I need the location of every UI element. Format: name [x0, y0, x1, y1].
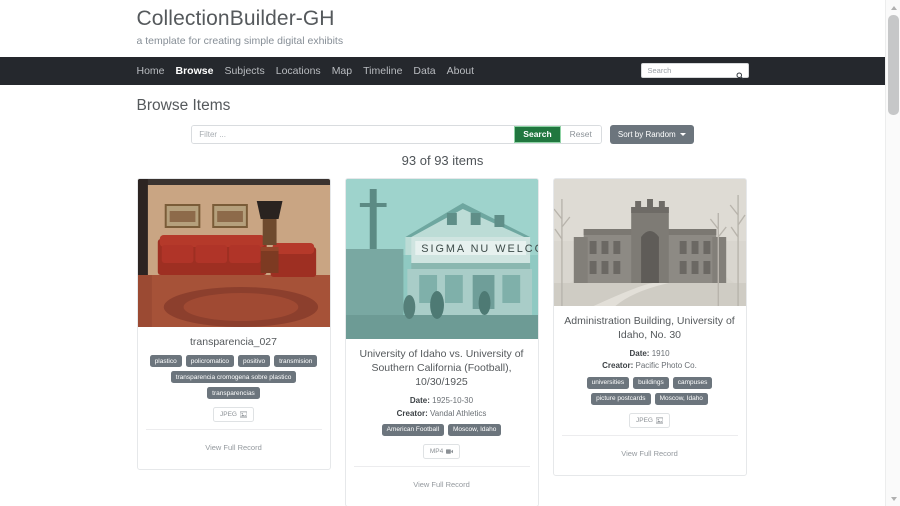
filter-input-group: Search Reset	[191, 124, 602, 144]
main-content: Browse Items Search Reset Sort by Random…	[136, 85, 749, 506]
page-scrollbar[interactable]	[885, 0, 900, 506]
format-badge[interactable]: MP4	[422, 443, 461, 459]
tag[interactable]: campuses	[672, 376, 713, 389]
view-full-record-link[interactable]: View Full Record	[413, 480, 470, 489]
sort-dropdown-button[interactable]: Sort by Random	[609, 124, 694, 144]
filter-toolbar: Search Reset Sort by Random	[137, 124, 749, 144]
item-thumbnail[interactable]: SIGMA NU WELCO	[345, 178, 538, 339]
format-label: JPEG	[636, 416, 653, 424]
nav-item-locations[interactable]: Locations	[276, 64, 321, 78]
format-badge[interactable]: JPEG	[629, 412, 670, 428]
nav-links: Home Browse Subjects Locations Map Timel…	[137, 64, 475, 78]
format-label: JPEG	[220, 411, 237, 419]
video-icon	[446, 449, 454, 454]
items-grid: transparencia_027 plastico policromatico…	[136, 177, 749, 506]
item-format: JPEG	[562, 412, 738, 428]
scrollbar-down-button[interactable]	[886, 491, 900, 506]
tag[interactable]: positivo	[238, 355, 271, 368]
main-navbar: Home Browse Subjects Locations Map Timel…	[0, 56, 885, 85]
item-format: JPEG	[146, 407, 322, 423]
nav-item-about[interactable]: About	[447, 64, 474, 78]
item-date-value: 1925-10-30	[432, 396, 474, 406]
tag[interactable]: American Football	[381, 423, 445, 436]
chevron-up-icon	[890, 5, 897, 10]
item-body: transparencia_027 plastico policromatico…	[138, 327, 330, 470]
view-full-record-link[interactable]: View Full Record	[621, 449, 678, 458]
tag[interactable]: picture postcards	[591, 392, 651, 405]
nav-item-data[interactable]: Data	[413, 64, 435, 78]
item-card[interactable]: Administration Building, University of I…	[552, 177, 747, 476]
item-date-label: Date:	[629, 349, 650, 359]
tag[interactable]: transparencia cromogena sobre plastico	[170, 371, 297, 384]
nav-item-map[interactable]: Map	[332, 64, 352, 78]
item-body: University of Idaho vs. University of So…	[346, 339, 538, 506]
item-creator-label: Creator:	[602, 361, 634, 371]
site-title: CollectionBuilder-GH	[136, 7, 335, 30]
item-title: University of Idaho vs. University of So…	[359, 347, 524, 389]
search-button[interactable]: Search	[514, 125, 561, 143]
tag[interactable]: universities	[586, 376, 630, 389]
sort-dropdown-label: Sort by Random	[617, 129, 676, 139]
item-tags: plastico policromatico positivo transmis…	[146, 355, 322, 400]
nav-item-timeline[interactable]: Timeline	[363, 64, 402, 78]
view-full-record-link[interactable]: View Full Record	[205, 443, 262, 452]
item-tags: universities buildings campuses picture …	[562, 376, 738, 405]
navbar-search	[640, 63, 749, 80]
item-date: Date: 1910	[562, 348, 738, 359]
item-card[interactable]: transparencia_027 plastico policromatico…	[136, 177, 331, 471]
item-card[interactable]: SIGMA NU WELCO University of Idaho vs. U…	[344, 177, 539, 506]
item-format: MP4	[354, 443, 530, 459]
item-thumbnail[interactable]	[553, 178, 746, 306]
item-footer: View Full Record	[353, 465, 530, 500]
filter-input[interactable]	[192, 125, 515, 143]
image-icon	[239, 412, 247, 418]
site-tagline: a template for creating simple digital e…	[136, 35, 344, 48]
item-creator-value: Vandal Athletics	[430, 408, 487, 418]
item-creator-value: Pacific Photo Co.	[635, 361, 697, 371]
item-title: transparencia_027	[190, 335, 277, 348]
scrollbar-thumb[interactable]	[888, 15, 899, 115]
tag[interactable]: Moscow, Idaho	[448, 423, 502, 436]
tag[interactable]: transparencias	[207, 387, 260, 400]
page-title: Browse Items	[136, 96, 231, 114]
reset-button[interactable]: Reset	[560, 125, 601, 143]
page-viewport: CollectionBuilder-GH a template for crea…	[0, 0, 885, 506]
tag[interactable]: plastico	[149, 355, 182, 368]
item-count: 93 of 93 items	[401, 152, 484, 168]
item-footer: View Full Record	[561, 434, 738, 469]
tag[interactable]: buildings	[633, 376, 669, 389]
site-header: CollectionBuilder-GH a template for crea…	[0, 0, 885, 57]
item-thumbnail[interactable]	[137, 178, 330, 327]
nav-item-subjects[interactable]: Subjects	[224, 64, 264, 78]
item-tags: American Football Moscow, Idaho	[354, 423, 530, 436]
item-title: Administration Building, University of I…	[564, 314, 735, 342]
item-creator: Creator: Vandal Athletics	[354, 408, 530, 419]
item-creator-label: Creator:	[396, 408, 428, 418]
tag[interactable]: Moscow, Idaho	[654, 392, 708, 405]
item-body: Administration Building, University of I…	[554, 306, 746, 475]
scrollbar-up-button[interactable]	[886, 0, 900, 15]
tag[interactable]: policromatico	[185, 355, 235, 368]
format-label: MP4	[429, 447, 444, 455]
chevron-down-icon	[890, 496, 897, 501]
item-creator: Creator: Pacific Photo Co.	[562, 360, 738, 371]
nav-item-home[interactable]: Home	[137, 64, 165, 78]
chevron-down-icon	[679, 132, 686, 136]
item-date-label: Date:	[409, 396, 430, 406]
search-icon[interactable]	[736, 67, 744, 80]
tag[interactable]: transmision	[274, 355, 318, 368]
svg-text:SIGMA NU WELCO: SIGMA NU WELCO	[421, 243, 538, 255]
item-footer: View Full Record	[145, 429, 322, 463]
nav-item-browse[interactable]: Browse	[176, 64, 214, 78]
navbar-search-input[interactable]	[645, 65, 734, 77]
format-badge[interactable]: JPEG	[213, 407, 254, 423]
item-date-value: 1910	[651, 349, 670, 359]
item-date: Date: 1925-10-30	[354, 395, 530, 406]
image-icon	[655, 417, 663, 424]
